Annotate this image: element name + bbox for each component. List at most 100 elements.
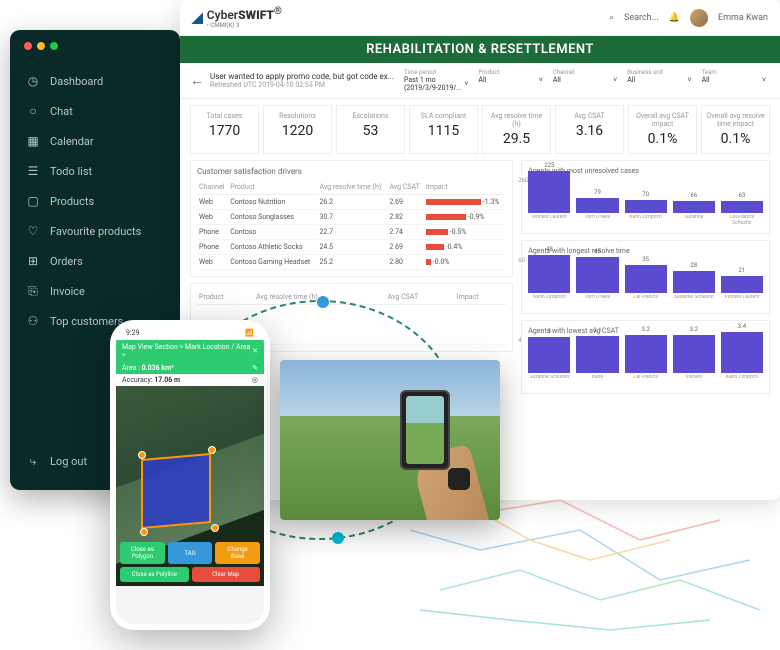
nav-products[interactable]: ▢Products <box>10 186 180 216</box>
filter-time[interactable]: Time periodPast 1 mo (2019/3/9-2019/...˅ <box>400 67 472 94</box>
drivers-panel: Customer satisfaction drivers ChannelPro… <box>190 160 513 277</box>
logo-subtext: • CMMI(K) 3 <box>207 22 282 29</box>
tag-button[interactable]: TAG <box>168 542 213 564</box>
close-polygon-button[interactable]: Close as Polygon <box>120 542 165 564</box>
bar[interactable]: 3Suzanne Schustin <box>528 337 570 387</box>
table-row[interactable]: PhoneContoso Athletic Socks24.52.69 -0.4… <box>197 240 506 255</box>
logo: ◢ CyberSWIFT® • CMMI(K) 3 <box>192 6 282 29</box>
table-row[interactable]: PhoneContoso22.72.74 -0.5% <box>197 225 506 240</box>
kpi-value: 1115 <box>414 123 473 139</box>
bar[interactable]: 3.4Karin Zimprich <box>721 332 763 387</box>
phone-statusbar: 9:29 📶 <box>116 326 264 340</box>
search-placeholder[interactable]: Search... <box>624 13 659 23</box>
kpi-card: Avg resolve time (h)29.5 <box>482 105 551 154</box>
maximize-dot[interactable] <box>50 42 58 50</box>
panel-title: Customer satisfaction drivers <box>197 167 506 176</box>
dashboard-icon: ◷ <box>26 74 40 88</box>
kpi-value: 1220 <box>268 123 327 139</box>
edit-icon[interactable]: ✎ <box>252 364 258 372</box>
products-icon: ▢ <box>26 194 40 208</box>
minimize-dot[interactable] <box>37 42 45 50</box>
col-header: Avg CSAT <box>387 180 424 195</box>
col-header: Product <box>197 290 254 305</box>
polygon-vertex-marker[interactable] <box>208 446 216 454</box>
close-dot[interactable] <box>24 42 32 50</box>
bar[interactable]: 66Suzanne <box>673 201 715 227</box>
orbit-dot-icon <box>332 532 344 544</box>
bar[interactable]: 79Tom O'Neill <box>576 198 618 227</box>
dashboard-header: ◢ CyberSWIFT® • CMMI(K) 3 ⌕ Search... 🔔 … <box>180 0 780 36</box>
table-row[interactable]: WebContoso Gaming Headset25.22.80 -0.0% <box>197 255 506 270</box>
bar[interactable]: 63Cal Francis Schustin <box>721 201 763 227</box>
kpi-card: Overall avg CSAT impact0.1% <box>628 105 697 154</box>
filter-team[interactable]: TeamAll˅ <box>698 67 770 94</box>
kpi-label: Total cases <box>195 112 254 120</box>
kpi-label: SLA compliant <box>414 112 473 120</box>
polygon-vertex-marker[interactable] <box>211 524 219 532</box>
bar[interactable]: 35Cal Francis <box>625 265 667 307</box>
bar[interactable]: 3.1Karin <box>576 336 618 387</box>
drawn-polygon[interactable] <box>141 453 211 529</box>
nav-orders[interactable]: ⊞Orders <box>10 246 180 276</box>
chevron-down-icon: ˅ <box>613 76 617 84</box>
col-header: Product <box>228 180 317 195</box>
chevron-down-icon: ˅ <box>762 76 766 84</box>
back-button[interactable]: ← <box>190 72 204 89</box>
smartwatch-illustration <box>448 468 470 490</box>
subheader: ← User wanted to apply promo code, but g… <box>180 63 780 99</box>
avatar[interactable] <box>690 9 708 27</box>
polygon-vertex-marker[interactable] <box>140 528 148 536</box>
nav-invoice[interactable]: ⎘Invoice <box>10 276 180 306</box>
kpi-value: 1770 <box>195 123 254 139</box>
table-row[interactable]: WebContoso Sunglasses30.72.82 -0.9% <box>197 210 506 225</box>
username[interactable]: Emma Kwan <box>718 13 768 23</box>
kpi-card: Overall avg resolve time impact 0.1% <box>701 105 770 154</box>
nav-calendar[interactable]: ▦Calendar <box>10 126 180 156</box>
col-header: Channel <box>197 180 228 195</box>
heart-icon: ♡ <box>26 224 40 238</box>
filters: Time periodPast 1 mo (2019/3/9-2019/...˅… <box>400 67 770 94</box>
bar[interactable]: 45Tom O'Neill <box>576 257 618 307</box>
orders-icon: ⊞ <box>26 254 40 268</box>
filter-product[interactable]: ProductAll˅ <box>474 67 546 94</box>
kpi-value: 29.5 <box>487 131 546 147</box>
nav-dashboard[interactable]: ◷ Dashboard <box>10 66 180 96</box>
nav-chat[interactable]: ○Chat <box>10 96 180 126</box>
table-row[interactable]: WebContoso Nutrition26.22.69 -1.3% <box>197 195 506 210</box>
nav-favourites[interactable]: ♡Favourite products <box>10 216 180 246</box>
handheld-phone-illustration <box>400 390 450 470</box>
kpi-row: Total cases1770Resolutions1220Escalation… <box>180 99 780 160</box>
filter-channel[interactable]: ChannelAll˅ <box>549 67 621 94</box>
satellite-map[interactable]: Close as Polygon TAG Change Base Close a… <box>116 386 264 586</box>
target-icon[interactable]: ◎ <box>252 376 258 384</box>
bar[interactable]: 3.2Vincent <box>673 335 715 387</box>
bar[interactable]: 70Karin Zimprich <box>625 200 667 227</box>
nav-todo[interactable]: ☰Todo list <box>10 156 180 186</box>
nav-label: Dashboard <box>50 75 103 88</box>
bar[interactable]: 3.2Cal Francis <box>625 335 667 387</box>
search-icon[interactable]: ⌕ <box>609 13 614 23</box>
col-header: Avg resolve time (h) <box>317 180 387 195</box>
kpi-label: Resolutions <box>268 112 327 120</box>
kpi-card: Resolutions 1220 <box>263 105 332 154</box>
bar[interactable]: 48Karin Zimprich <box>528 255 570 307</box>
kpi-value: 0.1% <box>706 131 765 147</box>
logout-icon: ⤷ <box>26 454 40 468</box>
subhead-title: User wanted to apply promo code, but got… <box>210 72 394 81</box>
bar[interactable]: 21Vincent Laurent <box>721 276 763 307</box>
close-polyline-button[interactable]: Close as Polyline <box>120 567 189 582</box>
polygon-vertex-marker[interactable] <box>138 451 146 459</box>
clear-map-button[interactable]: Clear Map <box>192 567 261 582</box>
bell-icon[interactable]: 🔔 <box>669 13 680 23</box>
kpi-label: Overall avg CSAT impact <box>633 112 692 128</box>
customers-icon: ⚇ <box>26 314 40 328</box>
change-base-button[interactable]: Change Base <box>215 542 260 564</box>
bar[interactable]: 28Suzanne Schustin <box>673 271 715 307</box>
logo-mark-icon: ◢ <box>192 10 203 26</box>
bar[interactable]: 225Vincent Laurent <box>528 171 570 227</box>
kpi-label: Overall avg resolve time impact <box>706 112 765 128</box>
close-icon[interactable]: ✕ <box>252 347 258 355</box>
orbit-dot-icon <box>317 296 329 308</box>
filter-business[interactable]: Business unitAll˅ <box>623 67 695 94</box>
phone-mockup: 9:29 📶 Map View Section > Mark Location … <box>110 320 270 630</box>
